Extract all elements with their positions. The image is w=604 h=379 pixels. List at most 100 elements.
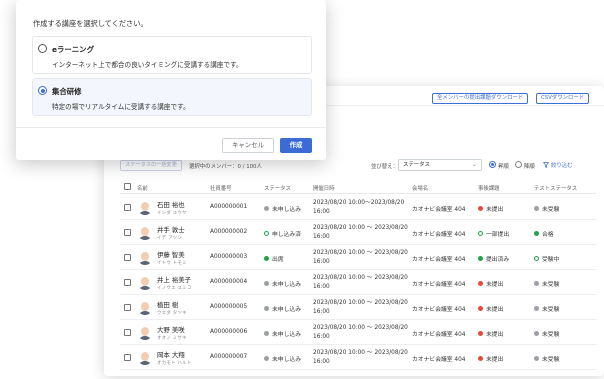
elearning-radio[interactable] [38,44,47,53]
event-datetime: 2023/08/20 10:00〜2023/08/20 16:00 [313,200,405,215]
row-checkbox[interactable] [124,229,131,236]
sort-descending-label: 降順 [524,164,535,170]
venue-name: カオナビ会議室 404 [412,207,466,213]
employee-id: A000000003 [210,254,248,260]
status-dot-icon [478,281,483,286]
status-dot-icon [264,281,269,286]
filter-button[interactable]: 絞り込む [542,161,573,169]
sort-select-value: ステータス [403,162,430,168]
row-checkbox[interactable] [124,354,131,361]
status-dot-icon [534,256,539,261]
create-button[interactable]: 作成 [280,138,312,153]
option-title: eラーニング [52,45,94,54]
test-status: 未受験 [534,304,559,313]
member-name[interactable]: 石田 裕也 [157,200,185,209]
member-name[interactable]: 井上 裕美子 [157,275,191,284]
member-name-kana: イトウ トモミ [157,261,187,266]
member-name-kana: イデ アツシ [157,236,183,241]
attendance-status: 未申し込み [264,279,301,288]
status-dot-icon [478,206,483,211]
status-dot-icon [478,356,483,361]
event-datetime: 2023/08/20 10:00 〜 2023/08/20 16:00 [313,250,408,265]
event-datetime: 2023/08/20 10:00 〜 2023/08/20 16:00 [313,325,408,340]
table-row: 井手 敦士 イデ アツシ A000000002 申し込み済 2023/08/20 10:… [120,220,596,245]
event-datetime: 2023/08/20 10:00 〜 2023/08/20 16:00 [313,275,408,290]
avatar [137,249,153,265]
assignment-status: 未提出 [478,329,503,338]
status-dot-icon [264,306,269,311]
option-description: 特定の場でリアルタイムに受講する講座です。 [52,103,190,111]
status-dot-icon [534,356,539,361]
avatar [137,224,153,240]
assignment-status: 一部提出 [478,229,509,238]
download-all-submissions-button[interactable]: 全メンバーの提出課題ダウンロード [432,93,529,104]
test-status: 受験中 [534,254,559,263]
chevron-down-icon: ⌄ [471,161,477,168]
selected-member-count: 選択中のメンバー：0 / 100人 [189,164,262,170]
table-row: 伊藤 智美イトウ トモミ A000000003 出席 2023/08/20 10:00… [120,245,596,270]
column-header-test-status: テストステータス [534,186,578,192]
member-name-kana: ウエダ タツキ [157,311,187,316]
status-dot-icon [478,331,483,336]
cancel-button[interactable]: キャンセル [222,138,274,153]
dialog-divider [16,127,326,128]
status-dot-icon [478,231,483,236]
venue-name: カオナビ会議室 404 [412,357,466,363]
table-row: 石田 裕也イシダ ユウヤ A000000001 未申し込み 2023/08/20 10… [120,195,596,220]
option-title: 集合研修 [52,87,82,96]
table-row: 植田 樹ウエダ タツキ A000000005 未申し込み 2023/08/20 10:… [120,295,596,320]
row-checkbox[interactable] [124,254,131,261]
member-name-kana: イシダ ユウヤ [157,211,187,216]
sort-ascending-radio[interactable] [489,161,496,168]
sort-select[interactable]: ステータス ⌄ [398,159,482,171]
event-datetime: 2023/08/20 10:00 〜 2023/08/20 16:00 [313,300,408,315]
row-checkbox[interactable] [124,279,131,286]
row-checkbox[interactable] [124,204,131,211]
row-checkbox[interactable] [124,329,131,336]
venue-name: カオナビ会議室 404 [412,307,466,313]
table-row: 岡本 大翔 オカモト ハルト A000000007 未申し込み 2023/08/20 1… [120,345,596,370]
sort-label: 並び替え： [371,164,398,170]
member-name[interactable]: 井手 敦士 [157,225,185,234]
avatar [137,299,153,315]
sort-descending-radio[interactable] [515,161,522,168]
venue-name: カオナビ会議室 404 [412,232,466,238]
status-dot-icon [534,231,539,236]
avatar [137,324,153,340]
select-all-checkbox[interactable] [124,183,131,190]
status-dot-icon [264,256,269,261]
column-header-status: ステータス [264,186,291,192]
option-group-training[interactable]: 集合研修 特定の場でリアルタイムに受講する講座です。 [32,78,312,116]
event-datetime: 2023/08/20 10:00 〜 2023/08/20 16:00 [313,225,408,240]
venue-name: カオナビ会議室 404 [412,282,466,288]
attendance-status: 出席 [264,254,284,263]
member-name[interactable]: 大野 美咲 [157,325,185,334]
test-status: 未受験 [534,329,559,338]
table-row: 大野 美咲 オオノ ミサキ A000000006 未申し込み 2023/08/20 10… [120,320,596,345]
status-dot-icon [264,331,269,336]
table-filter-bar: ステータスの一括変更 選択中のメンバー：0 / 100人 並び替え： ステータス… [104,158,604,172]
member-name[interactable]: 伊藤 智美 [157,250,185,259]
filter-label: 絞り込む [551,163,573,169]
status-dot-icon [534,306,539,311]
row-checkbox[interactable] [124,304,131,311]
avatar [137,274,153,290]
member-name-kana: イノウエ ユミコ [157,286,192,291]
employee-id: A000000002 [210,229,248,235]
venue-name: カオナビ会議室 404 [412,257,466,263]
column-header-venue: 会場名 [412,186,429,192]
group-training-radio[interactable] [38,86,47,95]
assignment-status: 未提出 [478,204,503,213]
status-dot-icon [478,256,483,261]
bulk-status-change-button[interactable]: ステータスの一括変更 [120,160,182,171]
status-dot-icon [264,206,269,211]
attendance-status: 未申し込み [264,204,301,213]
column-header-employee-id: 社員番号 [210,186,232,192]
member-name[interactable]: 岡本 大翔 [157,350,185,359]
option-elearning[interactable]: eラーニング インターネット上で都合の良いタイミングに受講する講座です。 [32,36,312,74]
attendance-status: 未申し込み [264,304,301,313]
member-name[interactable]: 植田 樹 [157,300,178,309]
avatar [137,349,153,365]
employee-id: A000000001 [210,204,248,210]
csv-download-button[interactable]: CSVダウンロード [536,93,590,104]
